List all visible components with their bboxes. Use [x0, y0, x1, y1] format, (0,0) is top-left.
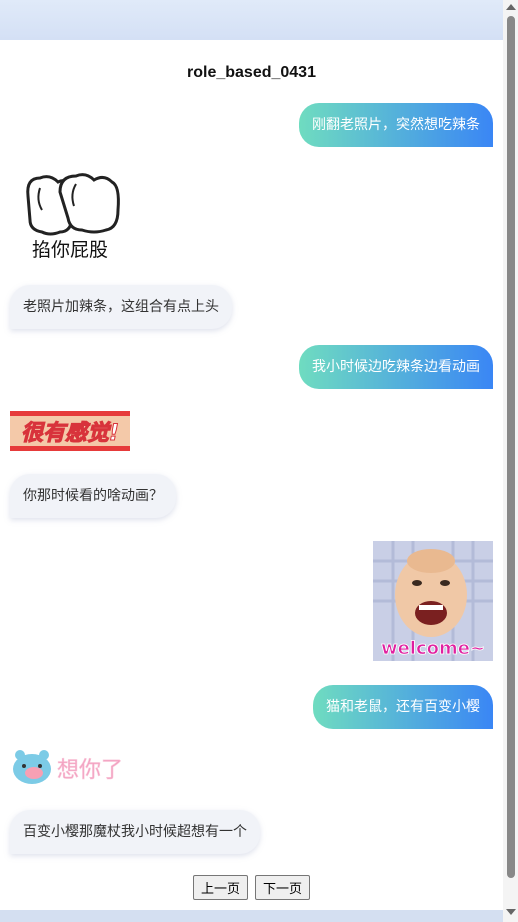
- feeling-sticker-image: 很有感觉!: [10, 411, 130, 451]
- bot-message: 你那时候看的啥动画？: [10, 474, 176, 518]
- pagination: 上一页 下一页: [0, 875, 503, 900]
- bear-sticker-caption: 掐你屁股: [32, 239, 108, 261]
- miss-you-sticker-image: 想你了: [10, 745, 130, 789]
- page-title: role_based_0431: [187, 64, 316, 81]
- footer-band: [0, 910, 503, 922]
- scrollbar-thumb[interactable]: [507, 16, 515, 878]
- bear-sticker-image: 掐你屁股: [20, 170, 124, 262]
- feeling-sticker-caption: 很有感觉!: [21, 421, 119, 446]
- chat-panel: role_based_0431 刚翻老照片，突然想吃辣条 掐你屁股 老照片加辣条…: [0, 40, 503, 910]
- bot-message: 百变小樱那魔杖我小时候超想有一个: [10, 810, 260, 854]
- miss-you-sticker-caption: 想你了: [57, 758, 123, 783]
- user-message: 刚翻老照片，突然想吃辣条: [299, 103, 493, 147]
- next-page-button[interactable]: 下一页: [255, 875, 311, 900]
- bot-message: 老照片加辣条，这组合有点上头: [10, 285, 232, 329]
- welcome-sticker-caption: welcome~: [381, 638, 485, 659]
- miss-you-sticker: 想你了: [10, 745, 130, 789]
- prev-page-button[interactable]: 上一页: [192, 875, 248, 900]
- bear-sticker: 掐你屁股: [20, 170, 124, 262]
- feeling-sticker: 很有感觉!: [10, 411, 130, 451]
- user-message: 猫和老鼠，还有百变小樱: [313, 685, 493, 729]
- user-message: 我小时候边吃辣条边看动画: [299, 345, 493, 389]
- welcome-sticker-image: welcome~: [373, 541, 493, 661]
- header-band: [0, 0, 503, 40]
- scroll-down-icon[interactable]: [506, 909, 516, 915]
- welcome-sticker: welcome~: [373, 541, 493, 661]
- scroll-up-icon[interactable]: [506, 4, 516, 10]
